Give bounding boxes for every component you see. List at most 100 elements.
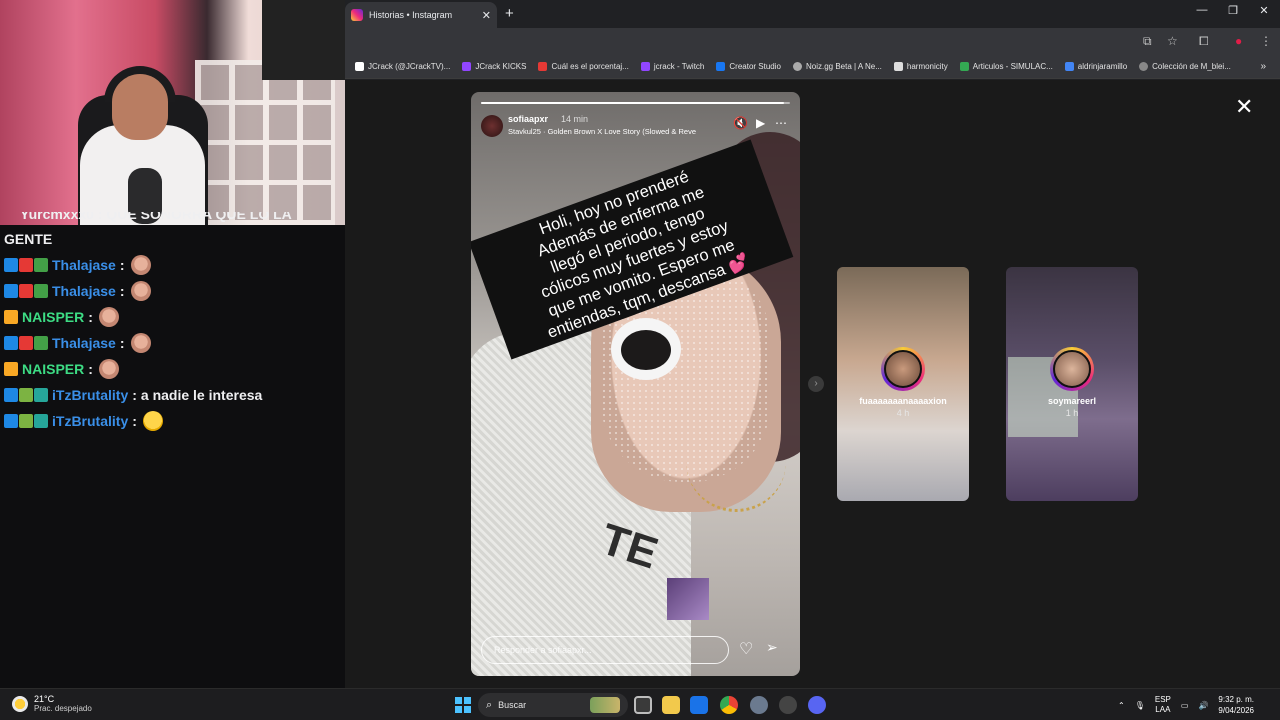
tab-close-icon[interactable]: ✕ [482,9,491,22]
chat-message: iTzBrutality : [4,408,345,434]
close-window-button[interactable]: ✕ [1252,4,1276,17]
discord-icon[interactable] [808,696,826,714]
bookmark-item[interactable]: Articulos - SIMULAC... [959,62,1053,71]
display-icon[interactable]: ▭ [1181,701,1189,710]
chat-username[interactable]: iTzBrutality [52,387,128,403]
story-avatar[interactable] [481,115,503,137]
browser-toolbar: ⧉ ☆ ⧠ ● ⋮ [345,28,1280,55]
chat-badges [4,258,48,272]
chat-badges [4,284,48,298]
badge-icon [19,284,33,298]
chat-username[interactable]: Thalajase [52,257,116,273]
taskbar-search[interactable]: ⌕ Buscar [478,693,628,717]
mute-icon[interactable]: 🔇 [733,116,748,130]
face-emote-icon [130,255,151,275]
windows-start-icon[interactable] [455,697,471,713]
story-song[interactable]: Stavkul25 · Golden Brown X Love Story (S… [508,127,696,136]
minimize-button[interactable]: — [1190,4,1214,16]
globe-icon [1139,62,1149,71]
badge-icon [34,284,48,298]
chat-separator: : [88,309,93,325]
outlook-icon[interactable] [690,696,708,714]
bookmark-item[interactable]: JCrack KICKS [462,62,526,71]
volume-icon[interactable]: 🔊 [1198,701,1208,710]
previous-story-arrow-icon[interactable]: › [808,376,824,392]
badge-icon [4,336,18,350]
story-ring [1050,347,1094,391]
profile-icon[interactable]: ● [1235,34,1242,48]
tab-strip: Historias • Instagram ✕ + — ❐ ✕ [345,0,1280,28]
file-explorer-icon[interactable] [662,696,680,714]
bookmark-item[interactable]: Cuál es el porcentaj... [538,62,629,71]
menu-icon[interactable]: ⋮ [1260,34,1272,48]
restore-button[interactable]: ❐ [1221,4,1245,17]
bookmark-item[interactable]: jcrack - Twitch [640,62,704,71]
chevron-up-icon[interactable]: ⌃ [1118,701,1125,710]
instagram-icon [351,9,363,21]
weather-temperature: 21°C [34,694,55,704]
facebook-icon [716,62,726,71]
badge-icon [19,388,33,402]
bookmark-item[interactable]: Creator Studio [716,62,781,71]
webcam-shelf [195,60,335,225]
face-emote-icon [130,281,151,301]
chat-message-text: GENTE [4,231,53,247]
badge-icon [4,258,18,272]
bookmark-item[interactable]: aldrinjaramillo [1064,62,1127,71]
next-story-preview[interactable]: fuaaaaaaanaaaaxion 4 h [837,267,969,501]
chat-message-text: a nadie le interesa [140,387,263,403]
new-tab-button[interactable]: + [505,5,514,22]
music-sticker[interactable] [667,578,709,620]
stream-panel: GENTE Thalajase : Thalajase : NAISPER: … [0,0,345,688]
face-emote-icon [98,307,119,327]
play-icon[interactable]: ▶ [756,116,765,130]
language-indicator[interactable]: ESP LAA [1155,695,1171,715]
extensions-icon[interactable]: ⧠ [1199,34,1209,49]
chat-username[interactable]: Thalajase [52,335,116,351]
crying-emoji-icon [142,411,163,431]
next-story-preview[interactable]: soymareerl 1 h [1006,267,1138,501]
bookmark-item[interactable]: harmonicity [893,62,948,71]
chat-username[interactable]: NAISPER [22,361,84,377]
close-icon[interactable]: ✕ [1235,94,1253,120]
bookmark-star-icon[interactable]: ☆ [1167,34,1178,48]
badge-icon [19,258,33,272]
more-options-icon[interactable]: ⋯ [775,116,787,130]
bookmark-item[interactable]: Colección de M_blei... [1139,62,1231,71]
reply-input[interactable] [494,645,716,655]
x-icon [355,62,364,71]
heart-icon[interactable]: ♡ [739,639,753,659]
story-username[interactable]: sofiaapxr [508,114,548,124]
preview-time: 4 h [896,408,910,418]
start-pane [464,706,471,713]
preview-time: 1 h [1065,408,1079,418]
microphone-icon[interactable]: 🎙 [1135,701,1145,710]
system-tray: ⌃ 🎙 ESP LAA ▭ 🔊 9:32 p. m. 9/04/2026 [1118,692,1254,718]
task-view-icon[interactable] [634,696,652,714]
steam-icon[interactable] [779,696,797,714]
weather-condition: Prac. despejado [34,704,92,713]
webcam-feed [0,0,345,225]
bookmark-item[interactable]: Noiz.gg Beta | A Ne... [792,62,882,71]
chrome-icon[interactable] [720,696,738,714]
chat-message-cut-text: Yurcmxxx0 : QUE SONORRA QUE LO LA [20,212,292,222]
send-icon[interactable]: ➢ [766,639,778,656]
reply-field[interactable] [481,636,729,664]
tab-instagram-stories[interactable]: Historias • Instagram ✕ [345,2,497,28]
bookmark-label: Colección de M_blei... [1152,62,1231,71]
story-timestamp: 14 min [561,114,589,124]
settings-icon[interactable] [750,696,768,714]
chat-username[interactable]: NAISPER [22,309,84,325]
chat-feed: GENTE Thalajase : Thalajase : NAISPER: … [0,212,345,434]
chat-username[interactable]: Thalajase [52,283,116,299]
chat-username[interactable]: iTzBrutality [52,413,128,429]
avatar [1053,350,1091,388]
chat-separator: : [119,283,125,299]
weather-widget[interactable]: 21°C Prac. despejado [12,694,92,713]
install-app-icon[interactable]: ⧉ [1143,34,1152,49]
more-bookmarks-button[interactable]: » [1260,61,1266,72]
story-card: TE sofiaapxr 14 min Stavkul25 · Golden B… [471,92,800,676]
bookmark-item[interactable]: JCrack (@JCrackTV)... [355,62,450,71]
badge-icon [19,414,33,428]
clock[interactable]: 9:32 p. m. 9/04/2026 [1218,694,1254,716]
